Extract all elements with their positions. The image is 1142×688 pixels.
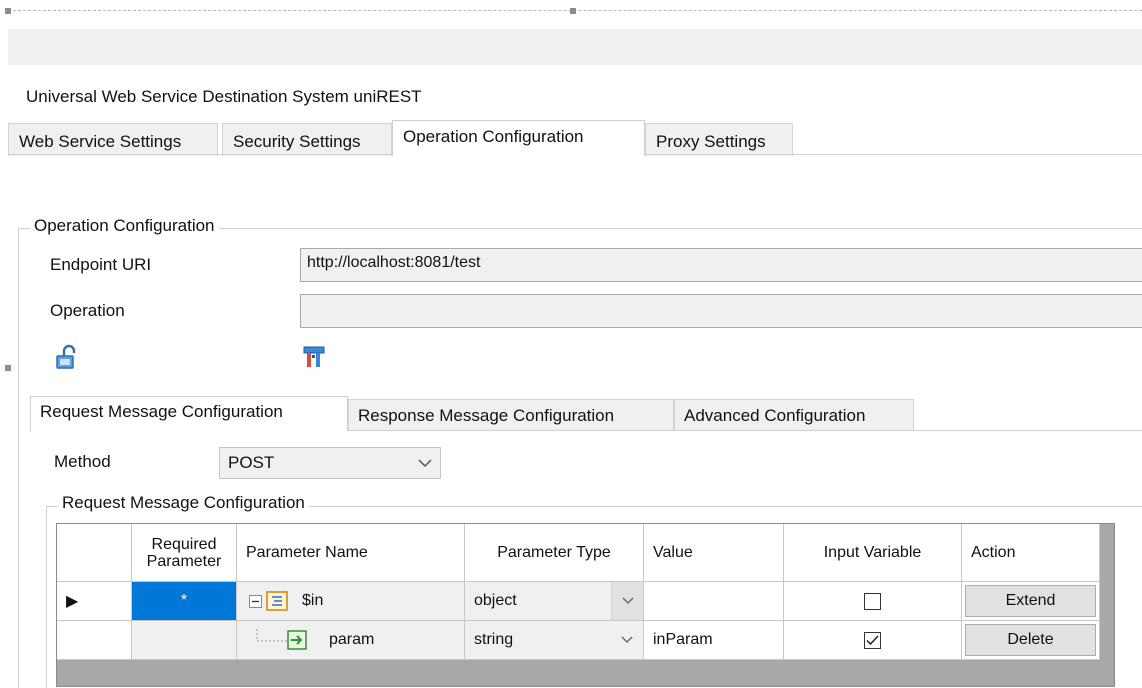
parameter-type-text: object (474, 592, 517, 609)
operation-field[interactable] (300, 294, 1142, 328)
subtab-request-message-configuration[interactable]: Request Message Configuration (30, 396, 348, 431)
value-cell[interactable]: inParam (644, 621, 784, 660)
chevron-down-icon (622, 597, 633, 604)
column-header-action[interactable]: Action (962, 524, 1100, 582)
row-header-corner (57, 524, 132, 582)
column-header-parameter-type[interactable]: Parameter Type (465, 524, 644, 582)
tab-security-settings[interactable]: Security Settings (222, 123, 392, 156)
input-variable-checkbox[interactable] (864, 631, 881, 649)
parameter-type-combo[interactable]: object (465, 582, 644, 621)
tab-web-service-settings[interactable]: Web Service Settings (8, 123, 218, 156)
request-message-legend: Request Message Configuration (58, 493, 309, 513)
required-cell[interactable]: * (132, 582, 237, 621)
endpoint-uri-field[interactable]: http://localhost:8081/test (300, 248, 1142, 282)
plug-icon (303, 346, 325, 367)
subtab-response-message-configuration[interactable]: Response Message Configuration (348, 399, 674, 431)
tab-operation-configuration[interactable]: Operation Configuration (392, 120, 645, 156)
combo-dropdown-button[interactable] (611, 582, 643, 620)
input-variable-cell[interactable] (784, 621, 962, 660)
action-cell: Delete (962, 621, 1100, 660)
resize-handle[interactable] (5, 365, 11, 371)
window-title: Universal Web Service Destination System… (26, 87, 422, 106)
input-variable-checkbox[interactable] (864, 592, 881, 610)
operation-configuration-legend: Operation Configuration (30, 216, 219, 236)
unlock-button[interactable] (54, 343, 82, 371)
parameter-name-text: param (329, 631, 375, 648)
column-header-required[interactable]: Required Parameter (132, 524, 237, 582)
parameter-name-text: $in (302, 592, 324, 609)
parameter-icon (287, 630, 307, 650)
extend-button[interactable]: Extend (965, 585, 1096, 617)
column-header-parameter-name[interactable]: Parameter Name (237, 524, 465, 582)
column-header-value[interactable]: Value (644, 524, 784, 582)
required-cell[interactable] (132, 621, 237, 660)
collapse-icon[interactable] (249, 594, 262, 608)
parameter-name-cell[interactable]: $in (237, 582, 465, 621)
action-cell: Extend (962, 582, 1100, 621)
parameter-type-combo[interactable]: string (465, 621, 644, 660)
checkmark-icon (866, 634, 879, 645)
parameter-grid: Required Parameter Parameter Name Parame… (56, 523, 1115, 687)
value-cell[interactable] (644, 582, 784, 621)
main-tabbar: Web Service Settings Security Settings O… (8, 120, 1142, 156)
plug-button[interactable] (300, 343, 328, 371)
table-row-indicator[interactable]: ▶ (57, 582, 132, 621)
method-value: POST (228, 453, 275, 472)
unlock-icon (56, 344, 76, 369)
parameter-type-text: string (474, 631, 514, 648)
delete-button[interactable]: Delete (965, 624, 1096, 656)
operation-label: Operation (50, 301, 125, 320)
chevron-down-icon (621, 636, 633, 643)
resize-handle[interactable] (5, 8, 11, 14)
combo-dropdown-button[interactable] (611, 621, 643, 659)
endpoint-uri-label: Endpoint URI (50, 255, 152, 274)
chevron-down-icon (418, 459, 432, 468)
header-band (8, 29, 1142, 65)
method-label: Method (54, 452, 111, 471)
column-header-input-variable[interactable]: Input Variable (784, 524, 962, 582)
request-subtabbar: Request Message Configuration Response M… (30, 396, 1142, 432)
tab-proxy-settings[interactable]: Proxy Settings (645, 123, 793, 156)
method-select[interactable]: POST (219, 447, 441, 479)
parameter-name-cell[interactable]: param (237, 621, 465, 660)
table-row-indicator[interactable] (57, 621, 132, 660)
resize-handle[interactable] (570, 8, 576, 14)
input-variable-cell[interactable] (784, 582, 962, 621)
subtab-advanced-configuration[interactable]: Advanced Configuration (674, 399, 914, 431)
object-icon (266, 591, 288, 611)
